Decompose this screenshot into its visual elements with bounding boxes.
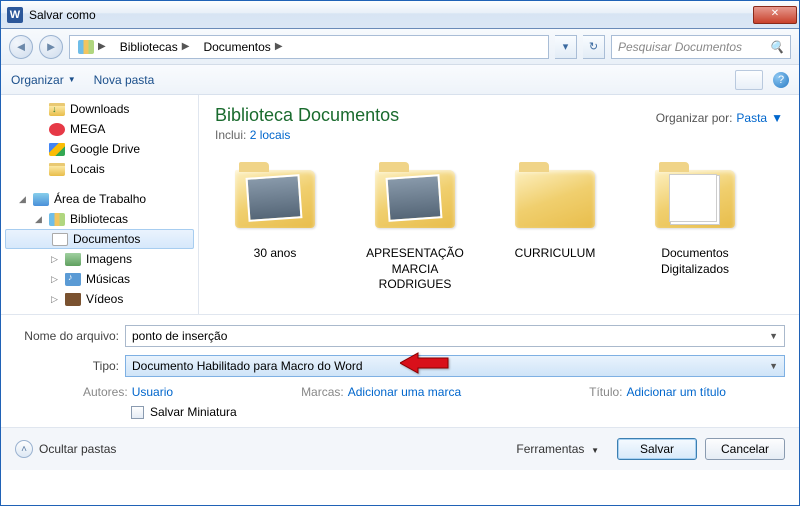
annotation-arrow bbox=[400, 350, 450, 379]
folder-item[interactable]: Documentos Digitalizados bbox=[635, 162, 755, 293]
hide-folders-button[interactable]: ˄ Ocultar pastas bbox=[15, 440, 116, 458]
tags-value[interactable]: Adicionar uma marca bbox=[348, 385, 461, 399]
forward-button[interactable]: ► bbox=[39, 35, 63, 59]
filename-input[interactable]: ponto de inserção▼ bbox=[125, 325, 785, 347]
sidebar-item-libraries[interactable]: ◢Bibliotecas bbox=[1, 209, 198, 229]
organize-menu[interactable]: Organizar▼ bbox=[11, 73, 76, 87]
tags-label: Marcas: bbox=[301, 385, 344, 399]
content-pane: Biblioteca Documentos Inclui: 2 locais O… bbox=[199, 95, 799, 314]
folder-item[interactable]: 30 anos bbox=[215, 162, 335, 293]
save-button[interactable]: Salvar bbox=[617, 438, 697, 460]
nav-bar: ◄ ► ▶ Bibliotecas▶ Documentos▶ ▾ ↻ Pesqu… bbox=[1, 29, 799, 65]
library-heading: Biblioteca Documentos bbox=[215, 105, 399, 126]
back-button[interactable]: ◄ bbox=[9, 35, 33, 59]
library-icon bbox=[78, 40, 94, 54]
sidebar-item-images[interactable]: ▷Imagens bbox=[1, 249, 198, 269]
chevron-up-icon: ˄ bbox=[15, 440, 33, 458]
sidebar-item-videos[interactable]: ▷Vídeos bbox=[1, 289, 198, 309]
thumbnail-checkbox[interactable] bbox=[131, 406, 144, 419]
breadcrumb-seg[interactable]: Bibliotecas bbox=[120, 40, 178, 54]
locations-link[interactable]: 2 locais bbox=[250, 128, 291, 142]
sidebar-item-locais[interactable]: Locais bbox=[1, 159, 198, 179]
filetype-label: Tipo: bbox=[15, 359, 125, 373]
window-title: Salvar como bbox=[29, 8, 753, 22]
refresh-button[interactable]: ↻ bbox=[583, 35, 605, 59]
filename-label: Nome do arquivo: bbox=[15, 329, 125, 343]
bottom-bar: ˄ Ocultar pastas Ferramentas ▼ Salvar Ca… bbox=[1, 427, 799, 470]
cancel-button[interactable]: Cancelar bbox=[705, 438, 785, 460]
breadcrumb-dropdown[interactable]: ▾ bbox=[555, 35, 577, 59]
doc-title-label: Título: bbox=[589, 385, 622, 399]
filetype-dropdown[interactable]: Documento Habilitado para Macro do Word▼ bbox=[125, 355, 785, 377]
sidebar-item-music[interactable]: ▷Músicas bbox=[1, 269, 198, 289]
new-folder-button[interactable]: Nova pasta bbox=[94, 73, 155, 87]
breadcrumb-seg[interactable]: Documentos bbox=[203, 40, 270, 54]
word-icon: W bbox=[7, 7, 23, 23]
toolbar: Organizar▼ Nova pasta ? bbox=[1, 65, 799, 95]
folder-item[interactable]: APRESENTAÇÃO MARCIA RODRIGUES bbox=[355, 162, 475, 293]
title-bar: W Salvar como ✕ bbox=[1, 1, 799, 29]
arrange-by[interactable]: Organizar por: Pasta▼ bbox=[656, 105, 783, 125]
close-button[interactable]: ✕ bbox=[753, 6, 797, 24]
sidebar-item-documents[interactable]: Documentos bbox=[5, 229, 194, 249]
help-icon[interactable]: ? bbox=[773, 72, 789, 88]
sidebar-tree: Downloads MEGA Google Drive Locais ◢Área… bbox=[1, 95, 199, 314]
search-icon: 🔍 bbox=[769, 40, 784, 54]
search-input[interactable]: Pesquisar Documentos 🔍 bbox=[611, 35, 791, 59]
authors-value[interactable]: Usuario bbox=[132, 385, 173, 399]
breadcrumb[interactable]: ▶ Bibliotecas▶ Documentos▶ bbox=[69, 35, 549, 59]
tools-menu[interactable]: Ferramentas ▼ bbox=[516, 442, 599, 456]
sidebar-item-desktop[interactable]: ◢Área de Trabalho bbox=[1, 189, 198, 209]
authors-label: Autores: bbox=[83, 385, 128, 399]
view-options-button[interactable] bbox=[735, 70, 763, 90]
library-subtitle: Inclui: 2 locais bbox=[215, 128, 399, 142]
sidebar-item-mega[interactable]: MEGA bbox=[1, 119, 198, 139]
sidebar-item-google-drive[interactable]: Google Drive bbox=[1, 139, 198, 159]
doc-title-value[interactable]: Adicionar um título bbox=[627, 385, 726, 399]
sidebar-item-downloads[interactable]: Downloads bbox=[1, 99, 198, 119]
folder-item[interactable]: CURRICULUM bbox=[495, 162, 615, 293]
thumbnail-label: Salvar Miniatura bbox=[150, 405, 237, 419]
